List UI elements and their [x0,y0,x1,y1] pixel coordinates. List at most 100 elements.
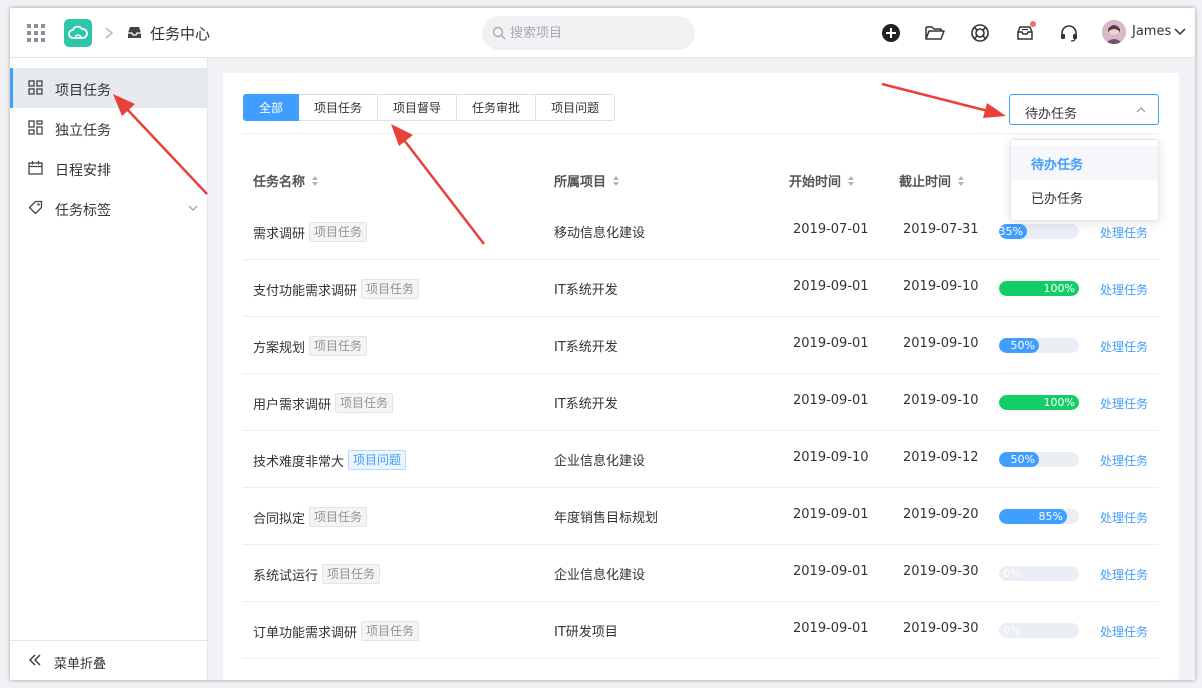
sort-icon[interactable] [847,175,855,187]
column-header-start-time[interactable]: 开始时间 [789,171,855,190]
table-row[interactable]: 支付功能需求调研 项目任务 IT系统开发 2019-09-01 2019-09-10 10… [243,260,1159,317]
table-row[interactable]: 系统试运行 项目任务 企业信息化建设 2019-09-01 2019-09-30 0% 处理… [243,545,1159,602]
progress-bar: 100% [999,281,1079,296]
sidebar-item-label: 独立任务 [55,123,111,139]
double-chevron-left-icon [29,654,41,666]
project-name: IT研发项目 [554,625,618,640]
end-date: 2019-07-31 [903,222,979,237]
sidebar-item-label: 日程安排 [55,163,111,179]
progress-label: 85% [1038,510,1063,523]
process-task-link[interactable]: 处理任务 [1100,452,1148,469]
task-name-cell: 用户需求调研 项目任务 [253,393,394,413]
project-name: 年度销售目标规划 [554,511,659,526]
page-title: 任务中心 [150,25,211,43]
sort-icon[interactable] [612,175,620,187]
tab-task-approval[interactable]: 任务审批 [457,94,537,121]
process-task-link[interactable]: 处理任务 [1100,623,1148,640]
start-date: 2019-09-01 [793,336,869,351]
process-task-link[interactable]: 处理任务 [1100,395,1148,412]
task-type-tag: 项目任务 [322,564,381,584]
progress-label: 0% [1003,567,1021,580]
sidebar-item-project-tasks[interactable]: 项目任务 [10,68,208,108]
chevron-up-icon [1136,107,1146,113]
start-date: 2019-09-01 [793,621,869,636]
table-row[interactable]: 合同拟定 项目任务 年度销售目标规划 2019-09-01 2019-09-20 85% 处… [243,488,1159,545]
sort-icon[interactable] [311,175,319,187]
task-type-tabs: 全部 项目任务 项目督导 任务审批 项目问题 [243,94,616,121]
task-name: 方案规划 [253,340,306,356]
task-name: 支付功能需求调研 [253,283,358,299]
menu-collapse-button[interactable]: 菜单折叠 [10,640,208,680]
start-date: 2019-07-01 [793,222,869,237]
task-name: 技术难度非常大 [253,454,345,470]
progress-bar: 100% [999,395,1079,410]
task-name: 合同拟定 [253,511,306,527]
headset-icon[interactable] [1057,21,1081,45]
column-header-project[interactable]: 所属项目 [554,171,620,190]
table-row[interactable]: 技术难度非常大 项目问题 企业信息化建设 2019-09-10 2019-09-12 50… [243,431,1159,488]
process-task-link[interactable]: 处理任务 [1100,224,1148,241]
task-name-cell: 方案规划 项目任务 [253,336,368,356]
project-name: 企业信息化建设 [554,454,646,469]
project-name: IT系统开发 [554,397,618,412]
cloud-logo-icon[interactable] [64,19,92,47]
chevron-down-icon[interactable] [1174,26,1186,38]
tab-project-issues[interactable]: 项目问题 [536,94,616,121]
notification-dot [1030,21,1036,27]
dropdown-option-pending[interactable]: 待办任务 [1011,146,1158,180]
task-name: 系统试运行 [253,568,319,584]
end-date: 2019-09-10 [903,336,979,351]
progress-bar: 85% [999,509,1079,524]
column-header-end-time[interactable]: 截止时间 [899,171,965,190]
table-row[interactable]: 方案规划 项目任务 IT系统开发 2019-09-01 2019-09-10 50% 处理任… [243,317,1159,374]
task-status-dropdown: 待办任务 已办任务 [1010,139,1159,221]
start-date: 2019-09-01 [793,279,869,294]
grid-icon [28,80,43,95]
progress-bar: 50% [999,452,1079,467]
table-row[interactable]: 用户需求调研 项目任务 IT系统开发 2019-09-01 2019-09-10 100%… [243,374,1159,431]
process-task-link[interactable]: 处理任务 [1100,338,1148,355]
sort-icon[interactable] [957,175,965,187]
process-task-link[interactable]: 处理任务 [1100,281,1148,298]
tab-project-tasks[interactable]: 项目任务 [299,94,379,121]
process-task-link[interactable]: 处理任务 [1100,566,1148,583]
divider [243,133,1159,134]
folder-open-icon[interactable] [923,21,947,45]
process-task-link[interactable]: 处理任务 [1100,509,1148,526]
task-type-tag: 项目问题 [348,450,407,470]
task-type-tag: 项目任务 [309,507,368,527]
task-type-tag: 项目任务 [361,621,420,641]
progress-bar: 0% [999,566,1079,581]
progress-label: 50% [1010,339,1035,352]
task-name-cell: 订单功能需求调研 项目任务 [253,621,420,641]
tab-all[interactable]: 全部 [243,94,300,121]
inbox-tray-icon[interactable] [1013,21,1037,45]
project-name: 企业信息化建设 [554,568,646,583]
progress-label: 35% [999,225,1023,238]
project-name: 移动信息化建设 [554,226,646,241]
sidebar-item-schedule[interactable]: 日程安排 [10,148,208,188]
dropdown-option-done[interactable]: 已办任务 [1011,180,1158,214]
app-grid-icon[interactable] [26,23,46,43]
sidebar-item-label: 项目任务 [55,83,111,99]
add-circle-icon[interactable] [879,21,903,45]
column-header-task-name[interactable]: 任务名称 [253,171,319,190]
table-row[interactable]: 订单功能需求调研 项目任务 IT研发项目 2019-09-01 2019-09-30 0%… [243,602,1159,659]
app-window: 任务中心 James 项目任务 [10,8,1195,680]
sidebar-item-task-tags[interactable]: 任务标签 [10,188,208,228]
start-date: 2019-09-01 [793,393,869,408]
task-name-cell: 技术难度非常大 项目问题 [253,450,407,470]
tab-project-supervision[interactable]: 项目督导 [378,94,458,121]
sidebar-item-independent-tasks[interactable]: 独立任务 [10,108,208,148]
search-box[interactable] [482,16,695,50]
end-date: 2019-09-20 [903,507,979,522]
avatar[interactable] [1102,20,1126,44]
task-status-select[interactable]: 待办任务 [1009,94,1159,125]
lifebuoy-icon[interactable] [968,21,992,45]
user-name[interactable]: James [1132,24,1171,39]
end-date: 2019-09-30 [903,564,979,579]
end-date: 2019-09-10 [903,393,979,408]
top-bar: 任务中心 James [10,8,1195,58]
search-input[interactable] [510,16,690,50]
end-date: 2019-09-10 [903,279,979,294]
